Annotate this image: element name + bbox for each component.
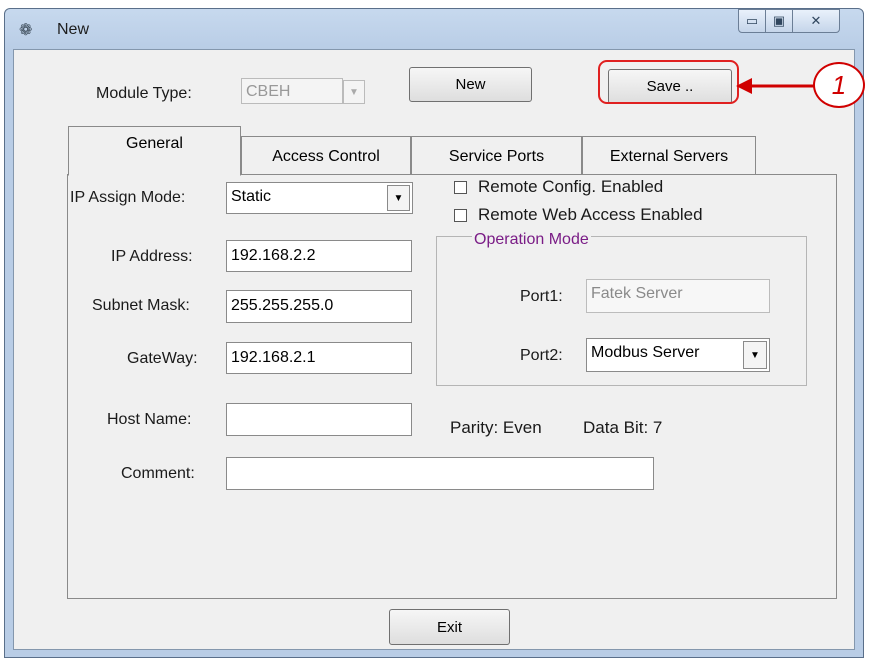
maximize-button[interactable]: ▣	[765, 9, 793, 33]
host-name-label: Host Name:	[107, 411, 192, 428]
remote-config-label: Remote Config. Enabled	[478, 177, 664, 196]
parity-text: Parity: Even	[450, 418, 542, 437]
subnet-mask-label: Subnet Mask:	[92, 297, 190, 314]
remote-config-checkbox[interactable]	[454, 181, 467, 194]
tab-access-control[interactable]: Access Control	[241, 136, 411, 176]
save-button-highlight	[598, 60, 739, 104]
minimize-icon: ▭	[745, 13, 759, 28]
ip-address-field[interactable]: 192.168.2.2	[226, 240, 412, 272]
ip-address-label: IP Address:	[111, 248, 193, 265]
close-icon: ✕	[810, 13, 822, 28]
tab-service-ports[interactable]: Service Ports	[411, 136, 582, 176]
chevron-down-icon[interactable]: ▼	[387, 185, 410, 211]
arrow-left-icon	[736, 78, 814, 94]
tab-external-servers[interactable]: External Servers	[582, 136, 756, 176]
module-type-value: CBEH	[246, 83, 291, 100]
port2-value: Modbus Server	[591, 344, 700, 361]
port2-label: Port2:	[520, 347, 563, 364]
operation-mode-title: Operation Mode	[472, 231, 591, 249]
comment-label: Comment:	[121, 465, 195, 482]
ip-assign-mode-value: Static	[231, 188, 272, 205]
window-title: New	[57, 21, 90, 38]
host-name-field[interactable]	[226, 403, 412, 436]
chevron-down-icon[interactable]: ▼	[343, 80, 365, 104]
subnet-mask-field[interactable]: 255.255.255.0	[226, 290, 412, 323]
gateway-field[interactable]: 192.168.2.1	[226, 342, 412, 374]
port1-field: Fatek Server	[586, 279, 770, 313]
module-type-label: Module Type:	[96, 85, 192, 102]
title-bar[interactable]: ❁ New ▭ ▣ ✕	[5, 9, 863, 49]
close-button[interactable]: ✕	[792, 9, 840, 33]
chevron-down-icon[interactable]: ▼	[743, 341, 767, 369]
port1-label: Port1:	[520, 288, 563, 305]
tab-general[interactable]: General	[68, 126, 241, 176]
comment-field[interactable]	[226, 457, 654, 490]
ringed-planet-icon: ❁	[19, 22, 33, 39]
remote-web-checkbox[interactable]	[454, 209, 467, 222]
minimize-button[interactable]: ▭	[738, 9, 766, 33]
remote-web-label: Remote Web Access Enabled	[478, 205, 703, 224]
module-type-combo[interactable]: CBEH	[241, 78, 343, 104]
maximize-icon: ▣	[772, 13, 786, 28]
ip-assign-mode-label: IP Assign Mode:	[70, 189, 186, 206]
exit-button[interactable]: Exit	[389, 609, 510, 645]
databit-text: Data Bit: 7	[583, 418, 663, 437]
new-button[interactable]: New	[409, 67, 532, 102]
gateway-label: GateWay:	[127, 350, 198, 367]
ip-assign-mode-select[interactable]: Static	[226, 182, 413, 214]
callout-badge: 1	[813, 62, 865, 108]
